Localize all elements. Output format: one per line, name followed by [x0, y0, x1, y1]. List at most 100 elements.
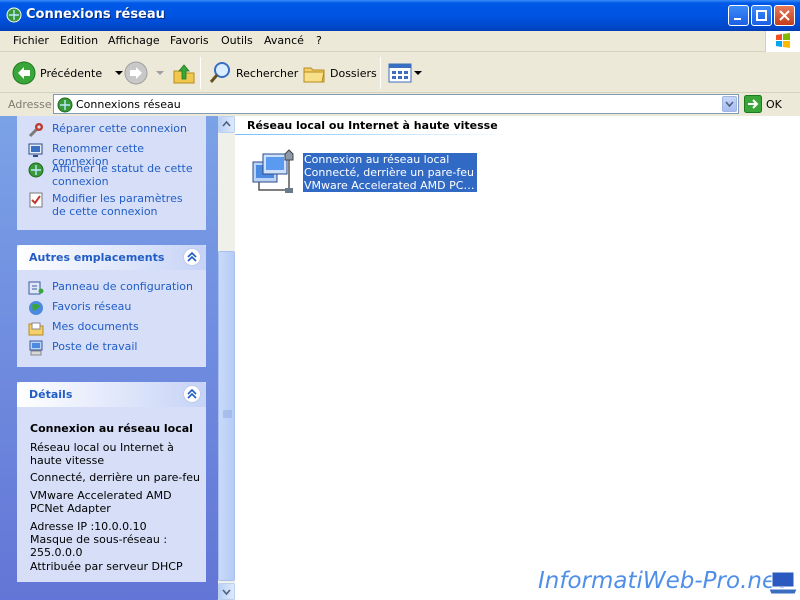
task-view-status[interactable]: Afficher le statut de cette connexion	[28, 162, 197, 188]
maximize-button[interactable]	[751, 5, 772, 26]
details-ip: Adresse IP :10.0.0.10	[30, 520, 147, 533]
back-arrow-icon	[12, 61, 36, 85]
search-label: Rechercher	[236, 66, 299, 80]
collapse-button[interactable]	[183, 385, 201, 403]
address-field[interactable]: Connexions réseau	[53, 94, 739, 114]
settings-icon	[29, 192, 43, 208]
task-label: Réparer cette connexion	[52, 122, 187, 135]
connections-view: Réseau local ou Internet à haute vitesse…	[235, 116, 800, 600]
task-modify-settings[interactable]: Modifier les paramètres de cette connexi…	[28, 192, 197, 218]
watermark-laptop-icon	[768, 571, 798, 595]
group-divider	[235, 134, 515, 135]
address-label: Adresse	[8, 98, 52, 111]
back-button[interactable]: Précédente	[12, 58, 124, 88]
task-repair-connection[interactable]: Réparer cette connexion	[28, 122, 197, 138]
collapse-button[interactable]	[183, 248, 201, 266]
windows-flag-icon	[776, 33, 790, 48]
views-button[interactable]	[388, 58, 422, 88]
folder-up-icon	[173, 64, 195, 84]
details-header[interactable]: Détails	[17, 382, 206, 407]
address-dropdown-button[interactable]	[722, 96, 737, 112]
maximize-icon	[756, 10, 767, 21]
menu-help[interactable]: ?	[316, 34, 322, 47]
other-places-body: Panneau de configuration Favoris réseau …	[17, 270, 206, 367]
place-my-documents[interactable]: Mes documents	[28, 320, 197, 336]
back-label: Précédente	[40, 66, 103, 80]
forward-button[interactable]	[124, 58, 164, 88]
details-assigned: Attribuée par serveur DHCP	[30, 560, 183, 573]
place-control-panel[interactable]: Panneau de configuration	[28, 280, 197, 296]
my-computer-icon	[29, 340, 43, 356]
menu-bar: Fichier Edition Affichage Favoris Outils…	[0, 31, 800, 52]
scroll-up-button[interactable]	[218, 116, 235, 133]
explorer-window: Connexions réseau Fichier Edition Affich…	[0, 0, 800, 600]
panel-title: Détails	[29, 388, 73, 401]
folders-label: Dossiers	[330, 66, 377, 80]
close-icon	[779, 10, 790, 21]
chevron-down-icon	[115, 71, 124, 75]
search-button[interactable]: Rechercher	[208, 58, 298, 88]
up-folder-button[interactable]	[172, 58, 196, 88]
place-label: Poste de travail	[52, 340, 138, 353]
close-button[interactable]	[774, 5, 795, 26]
menu-avance[interactable]: Avancé	[264, 34, 304, 47]
folders-button[interactable]: Dossiers	[302, 58, 377, 88]
minimize-button[interactable]	[728, 5, 749, 26]
connection-device: VMware Accelerated AMD PCN...	[304, 179, 476, 192]
connection-name: Connexion au réseau local	[304, 153, 450, 166]
details-type: Réseau local ou Internet à haute vitesse	[30, 441, 174, 467]
network-tasks-body: Réparer cette connexion Renommer cette c…	[17, 116, 206, 230]
window-title: Connexions réseau	[26, 7, 165, 22]
rename-icon	[28, 143, 43, 157]
connection-label: Connexion au réseau local Connecté, derr…	[302, 152, 478, 193]
address-value: Connexions réseau	[76, 98, 181, 111]
windows-logo	[765, 31, 800, 52]
place-label: Panneau de configuration	[52, 280, 194, 293]
go-label: OK	[766, 97, 782, 111]
status-icon	[28, 162, 44, 178]
menu-outils[interactable]: Outils	[221, 34, 253, 47]
scroll-down-button[interactable]	[218, 583, 235, 600]
details-connection-name: Connexion au réseau local	[30, 422, 193, 435]
details-adapter: VMware Accelerated AMD PCNet Adapter	[30, 489, 172, 515]
chevron-down-icon	[156, 71, 164, 75]
lan-connection-item[interactable]: Connexion au réseau local Connecté, derr…	[249, 146, 478, 196]
search-icon	[209, 62, 230, 83]
scroll-thumb[interactable]	[218, 251, 235, 581]
toolbar-separator	[200, 57, 201, 89]
place-network-places[interactable]: Favoris réseau	[28, 300, 197, 316]
network-connections-icon	[57, 97, 73, 113]
double-chevron-up-icon	[187, 388, 197, 399]
chevron-up-icon	[222, 120, 231, 127]
place-my-computer[interactable]: Poste de travail	[28, 340, 197, 356]
connection-status: Connecté, derrière un pare-feu	[304, 166, 475, 179]
forward-arrow-icon	[124, 61, 148, 85]
address-bar: Adresse Connexions réseau OK	[0, 93, 800, 116]
menu-edition[interactable]: Edition	[60, 34, 98, 47]
toolbar-separator	[380, 57, 381, 89]
menu-favoris[interactable]: Favoris	[170, 34, 209, 47]
place-label: Favoris réseau	[52, 300, 132, 313]
menu-fichier[interactable]: Fichier	[13, 34, 49, 47]
my-documents-icon	[28, 322, 44, 336]
details-mask: Masque de sous-réseau : 255.0.0.0	[30, 533, 168, 559]
watermark-text: InformatiWeb-Pro.net	[538, 568, 786, 594]
other-places-header[interactable]: Autres emplacements	[17, 245, 206, 270]
go-arrow-icon	[744, 95, 762, 113]
details-status: Connecté, derrière un pare-feu	[30, 471, 201, 484]
task-label: Modifier les paramètres de cette connexi…	[52, 192, 183, 218]
folders-icon	[303, 67, 325, 83]
chevron-down-icon	[414, 71, 422, 75]
views-icon	[388, 63, 412, 83]
title-bar[interactable]: Connexions réseau	[0, 0, 800, 31]
chevron-down-icon	[222, 589, 231, 596]
other-places-panel: Autres emplacements Panneau de configura…	[17, 245, 206, 367]
lan-connection-icon	[252, 149, 294, 193]
network-tasks-panel: Réparer cette connexion Renommer cette c…	[17, 116, 206, 230]
menu-affichage[interactable]: Affichage	[108, 34, 160, 47]
task-pane: Réparer cette connexion Renommer cette c…	[0, 116, 218, 600]
task-label: Afficher le statut de cette connexion	[52, 162, 193, 188]
task-pane-scrollbar[interactable]	[218, 116, 235, 600]
go-button[interactable]: OK	[744, 95, 782, 113]
toolbar: Précédente Rechercher Dossiers	[0, 53, 800, 93]
